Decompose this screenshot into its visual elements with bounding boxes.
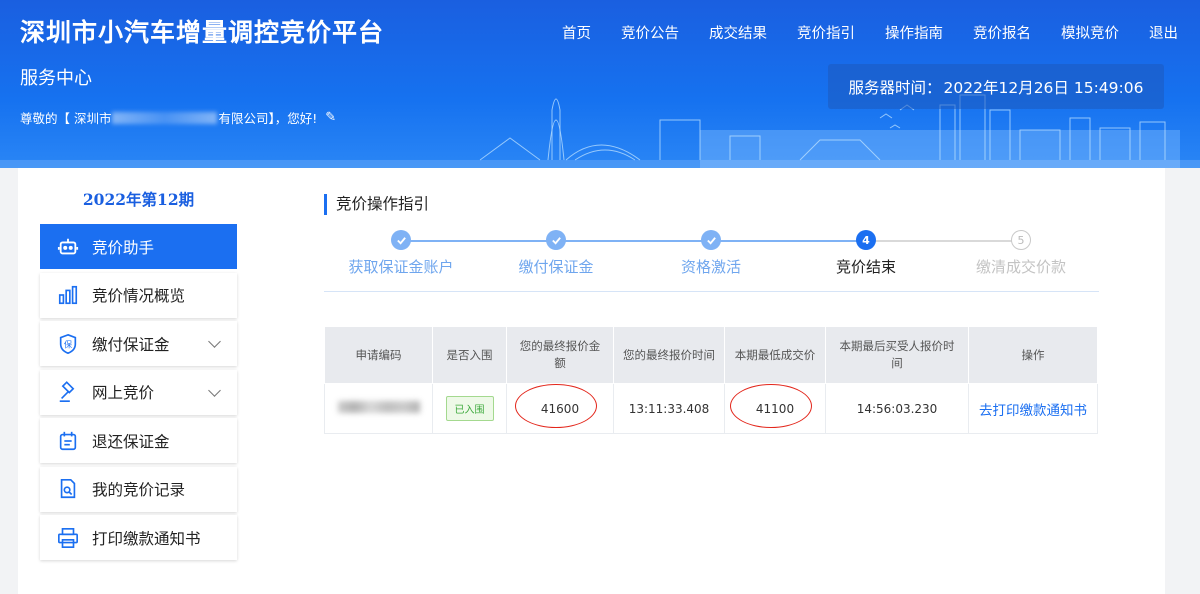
chevron-down-icon bbox=[208, 383, 221, 397]
step-number: 4 bbox=[856, 230, 876, 250]
col-shortlisted: 是否入围 bbox=[432, 326, 507, 384]
lowest-deal-price: 41100 bbox=[729, 383, 813, 428]
section-title: 竞价操作指引 bbox=[324, 194, 429, 215]
col-final-bid-time: 您的最终报价时间 bbox=[613, 326, 725, 384]
last-buyer-time-cell: 14:56:03.230 bbox=[825, 383, 969, 434]
table-header-row: 申请编码 是否入围 您的最终报价金额 您的最终报价时间 本期最低成交价 本期最后… bbox=[324, 326, 1098, 384]
sidebar-item-label: 我的竞价记录 bbox=[92, 481, 186, 499]
sidebar-item-label: 缴付保证金 bbox=[92, 335, 170, 354]
top-nav: 首页 竞价公告 成交结果 竞价指引 操作指南 竞价报名 模拟竞价 退出 bbox=[532, 22, 1178, 43]
service-center-title: 服务中心 bbox=[20, 68, 92, 89]
step-qualification-activate: 资格激活 bbox=[631, 230, 791, 277]
main-panel: 2022年第12期 竞价助手 竞价情况概览 保 缴付保证金 网上竞价 退还保证金… bbox=[18, 168, 1165, 594]
greeting-suffix: 有限公司】，您好! bbox=[218, 111, 318, 126]
gavel-icon bbox=[56, 380, 80, 404]
server-time-value: 2022年12月26日 15:49:06 bbox=[943, 78, 1144, 97]
nav-home[interactable]: 首页 bbox=[562, 22, 591, 43]
redacted-company-name bbox=[112, 111, 218, 124]
check-icon bbox=[546, 230, 566, 250]
redacted-application-code bbox=[337, 401, 420, 413]
shortlisted-cell: 已入围 bbox=[432, 383, 507, 434]
step-label: 缴清成交价款 bbox=[975, 258, 1066, 276]
sidebar-menu: 竞价助手 竞价情况概览 保 缴付保证金 网上竞价 退还保证金 我的竞价记录 打印… bbox=[40, 224, 237, 564]
sidebar-item-print-notice[interactable]: 打印缴款通知书 bbox=[40, 515, 237, 560]
sidebar-item-refund-deposit[interactable]: 退还保证金 bbox=[40, 418, 237, 463]
sidebar-item-my-records[interactable]: 我的竞价记录 bbox=[40, 466, 237, 512]
step-label: 资格激活 bbox=[680, 258, 741, 276]
bid-result-table: 申请编码 是否入围 您的最终报价金额 您的最终报价时间 本期最低成交价 本期最后… bbox=[324, 326, 1098, 434]
site-header: 深圳市小汽车增量调控竞价平台 服务中心 尊敬的【 深圳市 有限公司】，您好! ✎… bbox=[0, 0, 1200, 168]
final-bid-cell: 41600 bbox=[506, 383, 614, 434]
greeting-prefix: 尊敬的【 深圳市 bbox=[20, 111, 112, 126]
step-pay-deposit: 缴付保证金 bbox=[476, 230, 636, 277]
col-final-bid-amount: 您的最终报价金额 bbox=[506, 326, 614, 384]
document-search-icon bbox=[56, 477, 80, 501]
nav-logout[interactable]: 退出 bbox=[1149, 22, 1178, 43]
sidebar-item-online-auction[interactable]: 网上竞价 bbox=[40, 369, 237, 415]
robot-icon bbox=[56, 235, 80, 259]
nav-auction-guide[interactable]: 竞价指引 bbox=[797, 22, 855, 43]
step-pay-final-price: 5 缴清成交价款 bbox=[941, 230, 1101, 277]
site-title: 深圳市小汽车增量调控竞价平台 bbox=[20, 18, 385, 47]
lowest-price-cell: 41100 bbox=[724, 383, 826, 434]
check-icon bbox=[391, 230, 411, 250]
divider bbox=[324, 291, 1099, 292]
application-code-cell bbox=[324, 383, 433, 434]
final-bid-time-cell: 13:11:33.408 bbox=[613, 383, 725, 434]
server-time-label: 服务器时间： bbox=[848, 78, 942, 97]
sidebar-item-label: 打印缴款通知书 bbox=[92, 529, 201, 548]
sidebar-item-auction-assistant[interactable]: 竞价助手 bbox=[40, 224, 237, 269]
sidebar-item-auction-overview[interactable]: 竞价情况概览 bbox=[40, 272, 237, 318]
nav-deal-results[interactable]: 成交结果 bbox=[709, 22, 767, 43]
final-bid-amount: 41600 bbox=[514, 383, 598, 428]
auction-period: 2022年第12期 bbox=[82, 190, 195, 209]
step-auction-end: 4 竞价结束 bbox=[786, 230, 946, 277]
col-lowest-deal-price: 本期最低成交价 bbox=[724, 326, 826, 384]
svg-text:保: 保 bbox=[64, 339, 73, 349]
sidebar-item-pay-deposit[interactable]: 保 缴付保证金 bbox=[40, 321, 237, 366]
sidebar-item-label: 竞价情况概览 bbox=[92, 287, 186, 305]
print-payment-notice-link[interactable]: 去打印缴款通知书 bbox=[968, 383, 1098, 434]
step-get-deposit-account: 获取保证金账户 bbox=[321, 230, 481, 277]
step-label: 竞价结束 bbox=[835, 258, 896, 276]
col-action: 操作 bbox=[968, 326, 1098, 384]
refund-icon bbox=[56, 429, 80, 453]
status-badge: 已入围 bbox=[445, 396, 494, 421]
nav-auction-register[interactable]: 竞价报名 bbox=[973, 22, 1031, 43]
edit-icon[interactable]: ✎ bbox=[325, 110, 336, 125]
shield-deposit-icon: 保 bbox=[56, 332, 80, 356]
step-number: 5 bbox=[1011, 230, 1031, 250]
step-label: 缴付保证金 bbox=[518, 258, 594, 276]
step-label: 获取保证金账户 bbox=[348, 258, 454, 276]
nav-auction-notice[interactable]: 竞价公告 bbox=[621, 22, 679, 43]
sidebar-item-label: 竞价助手 bbox=[92, 238, 155, 257]
col-application-code: 申请编码 bbox=[324, 326, 433, 384]
bar-chart-icon bbox=[56, 283, 80, 307]
progress-steps: 获取保证金账户 缴付保证金 资格激活 4 竞价结束 5 缴清成交价款 bbox=[324, 230, 1099, 290]
sidebar-item-label: 退还保证金 bbox=[92, 432, 170, 451]
check-icon bbox=[701, 230, 721, 250]
sidebar-item-label: 网上竞价 bbox=[92, 384, 155, 402]
printer-icon bbox=[56, 526, 80, 550]
chevron-down-icon bbox=[208, 335, 221, 348]
col-last-buyer-bid-time: 本期最后买受人报价时间 bbox=[825, 326, 969, 384]
server-time-box: 服务器时间： 2022年12月26日 15:49:06 bbox=[828, 64, 1164, 109]
nav-operation-guide[interactable]: 操作指南 bbox=[885, 22, 943, 43]
nav-mock-auction[interactable]: 模拟竞价 bbox=[1061, 22, 1119, 43]
table-row: 已入围 41600 13:11:33.408 41100 14:56:03.23… bbox=[324, 383, 1098, 434]
user-greeting: 尊敬的【 深圳市 有限公司】，您好! ✎ bbox=[20, 108, 336, 127]
